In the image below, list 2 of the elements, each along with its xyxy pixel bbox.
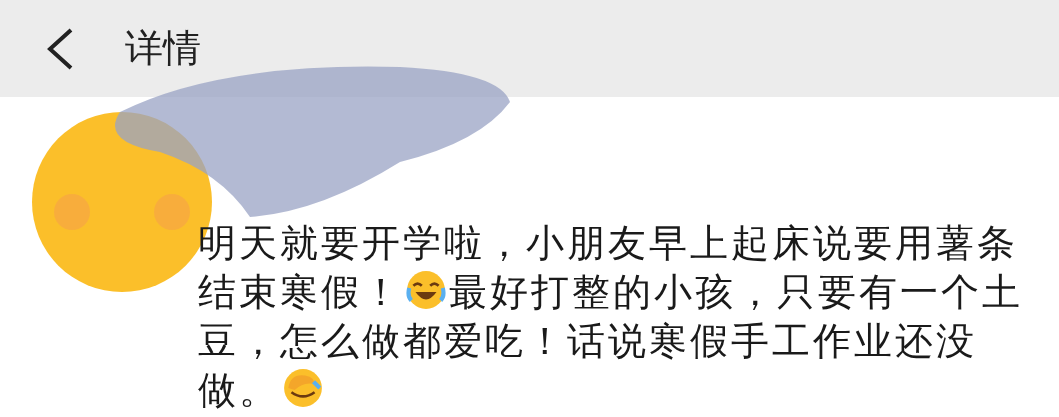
post-text: 明天就要开学啦，小朋友早上起床说要用薯条结束寒假！ 最好打整的小孩，只要有一个土豆，怎么做都爱吃！话说寒假手工作业还没做。 bbox=[198, 220, 1024, 414]
page-title: 详情 bbox=[125, 25, 201, 72]
